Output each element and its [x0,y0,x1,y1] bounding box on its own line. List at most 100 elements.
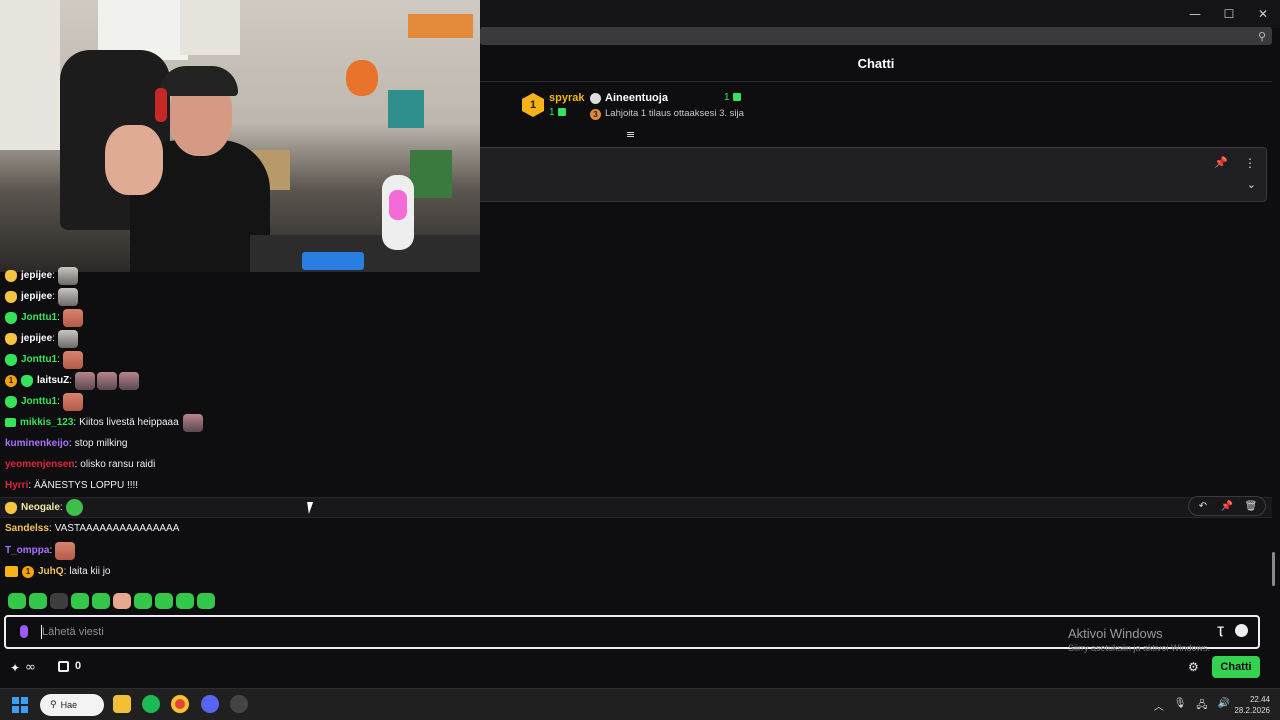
chat-message-text: ÄÄNESTYS LOPPU !!!! [34,480,139,491]
ghost-emote[interactable] [57,287,78,306]
pin-icon[interactable]: 📌 [1214,156,1228,169]
chat-colon: : [28,480,32,491]
chat-username[interactable]: jepijee [21,291,52,302]
start-button[interactable] [12,697,28,713]
finger-emote[interactable] [62,308,83,327]
chat-username[interactable]: yeomenjensen [5,459,74,470]
chevron-down-icon[interactable]: ⌄ [1247,178,1256,191]
emote-button[interactable] [197,593,215,609]
chat-message[interactable]: 1 laitsuZ: [0,370,1272,391]
finger-emote[interactable] [62,392,83,411]
chat-username[interactable]: jepijee [21,270,52,281]
emoji-icon[interactable] [1235,624,1248,637]
emote-button[interactable] [155,593,173,609]
orange-badge-icon[interactable]: 1 [22,565,34,578]
chat-username[interactable]: jepijee [21,333,52,344]
chat-title: Chatti [857,56,895,71]
gift-leaderboard[interactable]: 1 spyrak 1 Aineentuoja 1 3 Lahjoita 1 ti… [522,89,762,125]
face-emote[interactable] [119,371,140,390]
reply-icon[interactable]: ↶ [1192,498,1214,514]
chat-message[interactable]: jepijee: [0,286,1272,307]
network-icon[interactable]: 🖧 [1196,698,1207,715]
taskbar-clock[interactable]: 22.44 28.2.2026 [1234,694,1270,716]
spotify-icon[interactable] [142,695,160,713]
chat-message[interactable]: Jonttu1: [0,349,1272,370]
ghost-emote[interactable] [57,329,78,348]
chat-message[interactable]: kuminenkeijo: stop milking [0,433,1272,454]
green-badge-icon[interactable] [21,374,33,387]
chat-message[interactable]: Jonttu1: [0,391,1272,412]
address-bar[interactable] [480,27,1272,45]
chat-message[interactable]: 1 JuhQ: laita kii jo [0,561,1272,582]
gold-badge-icon[interactable] [5,501,17,514]
chat-message[interactable]: yeomenjensen: olisko ransu raidi [0,454,1272,475]
chat-message[interactable]: Jonttu1: [0,307,1272,328]
face-emote[interactable] [75,371,96,390]
chat-username[interactable]: Neogale [21,502,60,513]
chat-message[interactable]: Sandelss: VASTAAAAAAAAAAAAAAA [0,518,1272,539]
maximize-button[interactable]: ☐ [1212,0,1246,28]
volume-icon[interactable]: 🔊 [1218,698,1230,715]
send-chat-button[interactable]: Chatti [1212,656,1260,678]
store-icon[interactable] [58,661,69,672]
finger-emote[interactable] [62,350,83,369]
chat-username[interactable]: mikkis_123 [20,417,73,428]
chat-message[interactable]: Neogale: ↶ 📌 🗑 [0,496,1272,518]
frog-emote[interactable] [65,499,83,516]
chat-message[interactable]: mikkis_123: Kiitos livestä heippaaa [0,412,1272,433]
chat-username[interactable]: Sandelss [5,523,49,534]
file-explorer-icon[interactable] [113,695,131,713]
close-button[interactable]: ✕ [1246,0,1280,28]
face-emote[interactable] [182,413,203,432]
emote-button[interactable] [50,593,68,609]
delete-icon[interactable]: 🗑 [1240,498,1262,514]
gold-badge-icon[interactable] [5,269,17,282]
sub-badge-icon[interactable] [5,418,16,427]
chrome-icon[interactable] [171,695,189,713]
chat-username[interactable]: Jonttu1 [21,396,57,407]
green-badge-icon[interactable] [5,353,17,366]
pin-message-icon[interactable]: 📌 [1216,498,1238,514]
chat-message[interactable]: jepijee: [0,328,1272,349]
chat-message[interactable]: T_omppa: [0,540,1272,561]
chat-username[interactable]: JuhQ [38,566,64,577]
chat-username[interactable]: T_omppa [5,545,49,556]
emote-button[interactable] [8,593,26,609]
discord-icon[interactable] [201,695,219,713]
translate-icon[interactable]: Ʈ [1217,625,1224,637]
chat-username[interactable]: kuminenkeijo [5,438,69,449]
green-badge-icon[interactable] [5,395,17,408]
face-emote[interactable] [97,371,118,390]
channel-points-icon[interactable]: ✦ [10,661,20,675]
minimize-button[interactable]: — [1178,0,1212,28]
emote-button[interactable] [113,593,131,609]
chat-username[interactable]: Jonttu1 [21,354,57,365]
chat-message[interactable]: jepijee: [0,265,1272,286]
emote-button[interactable] [29,593,47,609]
chat-message[interactable]: Hyrri: ÄÄNESTYS LOPPU !!!! [0,475,1272,496]
green-badge-icon[interactable] [5,311,17,324]
chat-scrollbar[interactable] [1272,552,1275,586]
filter-icon[interactable]: ≡ [626,128,635,141]
orange-badge-icon[interactable]: 1 [5,374,17,387]
chat-username[interactable]: laitsuZ [37,375,69,386]
gear-icon[interactable]: ⚙ [1188,660,1199,674]
app-icon[interactable] [230,695,248,713]
more-options-icon[interactable]: ⋮ [1244,156,1256,170]
finger-emote[interactable] [55,541,76,560]
emote-button[interactable] [134,593,152,609]
microphone-icon[interactable] [20,625,28,638]
emote-button[interactable] [176,593,194,609]
gold-badge-icon[interactable] [5,290,17,303]
taskbar-search[interactable]: ⚲ Hae [40,694,104,716]
gold-badge-icon[interactable] [5,332,17,345]
zoom-icon[interactable]: ⚲ [1258,30,1266,43]
emote-button[interactable] [71,593,89,609]
emote-button[interactable] [92,593,110,609]
tray-microphone-icon[interactable]: 🎙 [1174,698,1187,715]
chat-username[interactable]: Hyrri [5,480,28,491]
crown-badge-icon[interactable] [5,566,18,577]
ghost-emote[interactable] [57,266,78,285]
tray-chevron-icon[interactable]: ︿ [1154,698,1164,715]
chat-username[interactable]: Jonttu1 [21,312,57,323]
